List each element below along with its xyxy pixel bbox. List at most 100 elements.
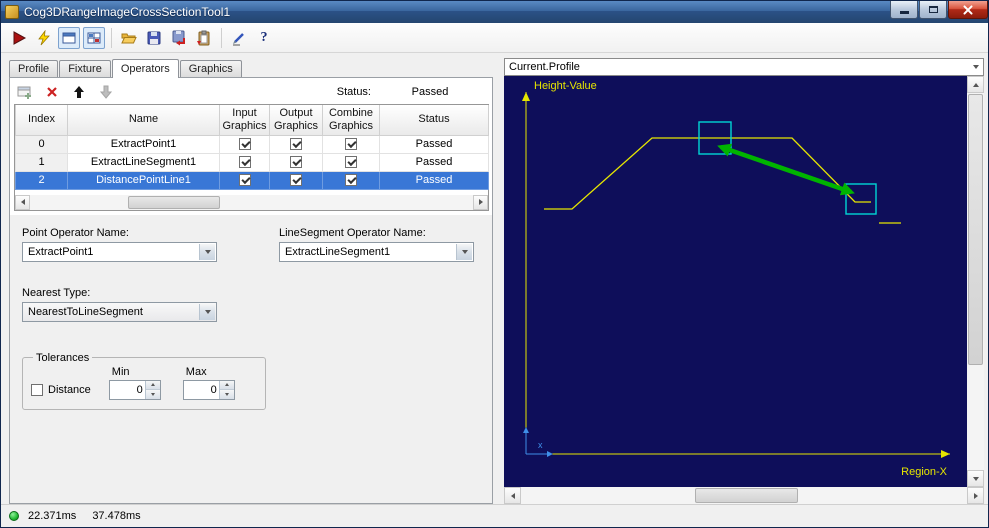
app-window: Cog3DRangeImageCrossSectionTool1 ? Profi… xyxy=(0,0,989,528)
point-operator-value: ExtractPoint1 xyxy=(28,245,94,258)
combine-graphics-checkbox[interactable] xyxy=(345,138,357,151)
column-header-combine[interactable]: Combine Graphics xyxy=(322,105,380,136)
delete-operator-button[interactable] xyxy=(43,83,61,101)
table-row-selected[interactable]: 2 DistancePointLine1 Passed xyxy=(15,170,489,190)
max-label: Max xyxy=(185,365,207,378)
input-graphics-checkbox[interactable] xyxy=(238,156,251,169)
move-up-icon xyxy=(74,86,84,98)
tab-fixture[interactable]: Fixture xyxy=(59,60,111,77)
dropdown-arrow-button[interactable] xyxy=(199,243,215,260)
svg-text:x: x xyxy=(538,440,543,450)
tab-profile[interactable]: Profile xyxy=(9,60,59,77)
save-button[interactable] xyxy=(143,27,165,49)
scroll-down-icon xyxy=(972,476,979,481)
status-label: Status: xyxy=(336,86,371,98)
scrollbar-track[interactable] xyxy=(30,194,473,210)
point-operator-label: Point Operator Name: xyxy=(22,226,129,239)
spin-up-icon xyxy=(150,383,155,387)
plot-vertical-scrollbar[interactable] xyxy=(967,76,984,487)
open-button[interactable] xyxy=(118,27,140,49)
distance-checkbox[interactable] xyxy=(31,383,43,396)
main-toolbar: ? xyxy=(1,23,988,53)
add-operator-button[interactable] xyxy=(16,83,34,101)
scroll-right-button[interactable] xyxy=(473,194,488,210)
grid-window-toggle-icon xyxy=(87,32,101,43)
operators-form: Point Operator Name: ExtractPoint1 LineS… xyxy=(10,215,492,410)
run-button[interactable] xyxy=(8,27,30,49)
cell-index: 2 xyxy=(15,170,68,190)
grid-window-toggle-button[interactable] xyxy=(83,26,105,49)
scroll-left-button[interactable] xyxy=(504,487,521,504)
execution-time-1: 22.371ms xyxy=(28,510,77,522)
save-icon xyxy=(147,31,161,44)
scroll-down-button[interactable] xyxy=(967,470,984,487)
output-graphics-checkbox[interactable] xyxy=(290,174,302,187)
save-as-button[interactable] xyxy=(168,27,190,49)
combine-graphics-checkbox[interactable] xyxy=(345,174,357,187)
run-live-button[interactable] xyxy=(33,27,55,49)
dropdown-arrow-button[interactable] xyxy=(456,243,472,260)
spin-down-button[interactable] xyxy=(219,390,234,399)
toolbar-separator xyxy=(221,27,222,48)
column-header-name[interactable]: Name xyxy=(67,105,220,136)
tab-operators[interactable]: Operators xyxy=(111,59,179,78)
plot-horizontal-scrollbar[interactable] xyxy=(504,487,984,504)
maximize-button[interactable] xyxy=(919,1,947,19)
table-row[interactable]: 0 ExtractPoint1 Passed xyxy=(15,134,489,154)
maximize-icon xyxy=(928,6,938,13)
spin-up-button[interactable] xyxy=(219,380,234,390)
scroll-left-icon xyxy=(20,199,25,205)
paste-icon xyxy=(197,30,210,45)
scroll-up-button[interactable] xyxy=(967,76,984,93)
scrollbar-track[interactable] xyxy=(521,487,967,504)
help-button[interactable]: ? xyxy=(253,27,275,49)
combine-graphics-checkbox[interactable] xyxy=(345,156,357,169)
input-graphics-checkbox[interactable] xyxy=(238,174,251,187)
operators-datagrid: Index Name Input Graphics Output Graphic… xyxy=(14,104,489,211)
scrollbar-track[interactable] xyxy=(967,93,984,470)
table-header-row: Index Name Input Graphics Output Graphic… xyxy=(15,105,489,136)
spin-down-button[interactable] xyxy=(145,390,160,399)
move-up-button[interactable] xyxy=(70,83,88,101)
spin-up-button[interactable] xyxy=(145,380,160,390)
paste-button[interactable] xyxy=(193,27,215,49)
column-header-output[interactable]: Output Graphics xyxy=(269,105,323,136)
linesegment-operator-value: ExtractLineSegment1 xyxy=(285,245,391,258)
scroll-right-icon xyxy=(478,199,483,205)
output-graphics-checkbox[interactable] xyxy=(290,156,302,169)
linesegment-operator-select[interactable]: ExtractLineSegment1 xyxy=(279,241,474,262)
cell-name: ExtractLineSegment1 xyxy=(67,152,220,172)
profile-plot[interactable]: Height-Value Region-X x xyxy=(504,76,967,487)
column-header-index[interactable]: Index xyxy=(15,105,68,136)
column-header-input[interactable]: Input Graphics xyxy=(219,105,270,136)
nearest-type-label: Nearest Type: xyxy=(22,286,91,299)
minimize-button[interactable] xyxy=(890,1,918,19)
max-spinner[interactable]: 0 xyxy=(182,379,235,400)
chevron-down-icon xyxy=(461,249,468,254)
table-horizontal-scrollbar[interactable] xyxy=(15,194,488,210)
svg-text:Region-X: Region-X xyxy=(901,466,948,478)
table-row[interactable]: 1 ExtractLineSegment1 Passed xyxy=(15,152,489,172)
cell-status: Passed xyxy=(379,134,489,154)
input-graphics-checkbox[interactable] xyxy=(238,138,251,151)
chevron-down-icon xyxy=(204,309,211,314)
output-graphics-checkbox[interactable] xyxy=(290,138,302,151)
scrollbar-thumb[interactable] xyxy=(968,94,983,366)
run-live-icon xyxy=(38,29,50,45)
dropdown-arrow-button[interactable] xyxy=(199,303,215,320)
min-spinner[interactable]: 0 xyxy=(108,379,161,400)
scroll-left-button[interactable] xyxy=(15,194,30,210)
tab-graphics[interactable]: Graphics xyxy=(179,60,242,77)
point-operator-select[interactable]: ExtractPoint1 xyxy=(22,241,217,262)
column-header-status[interactable]: Status xyxy=(379,105,489,136)
scroll-right-button[interactable] xyxy=(967,487,984,504)
scrollbar-thumb[interactable] xyxy=(694,488,798,503)
profile-selector[interactable]: Current.Profile xyxy=(504,58,984,76)
image-window-toggle-button[interactable] xyxy=(58,26,80,49)
close-button[interactable] xyxy=(948,1,988,19)
move-down-button[interactable] xyxy=(97,83,115,101)
scrollbar-thumb[interactable] xyxy=(128,195,220,209)
nearest-type-select[interactable]: NearestToLineSegment xyxy=(22,301,217,322)
probe-button[interactable] xyxy=(228,27,250,49)
max-value: 0 xyxy=(210,383,217,396)
